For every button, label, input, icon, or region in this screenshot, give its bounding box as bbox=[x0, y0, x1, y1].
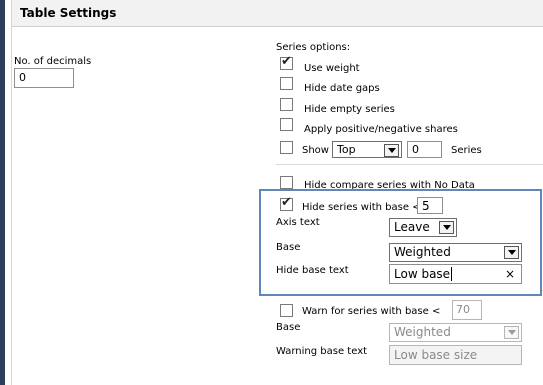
hide-base-text-input[interactable]: Low base × bbox=[389, 264, 522, 284]
apply-shares-checkbox[interactable] bbox=[280, 118, 293, 131]
chevron-down-icon bbox=[439, 221, 454, 234]
series-options-title: Series options: bbox=[276, 42, 351, 53]
panel-title: Table Settings bbox=[20, 6, 117, 20]
show-checkbox[interactable] bbox=[280, 141, 293, 154]
clear-icon[interactable]: × bbox=[505, 267, 515, 281]
show-count-input[interactable]: 0 bbox=[407, 141, 442, 158]
hide-empty-series-checkbox[interactable] bbox=[280, 98, 293, 111]
axis-text-label: Axis text bbox=[276, 217, 320, 228]
warn-base-label: Base bbox=[276, 322, 301, 333]
chevron-down-icon bbox=[504, 326, 519, 339]
axis-text-select[interactable]: Leave bbox=[389, 218, 457, 237]
warn-base-value: Weighted bbox=[394, 325, 451, 339]
hide-base-text-label: Hide base text bbox=[276, 265, 349, 276]
base-select[interactable]: Weighted bbox=[389, 243, 522, 262]
chevron-down-icon bbox=[384, 144, 399, 157]
warning-base-text-label: Warning base text bbox=[276, 346, 368, 357]
warn-checkbox[interactable] bbox=[280, 304, 293, 317]
base-label: Base bbox=[276, 242, 301, 253]
hide-base-checkbox[interactable] bbox=[280, 195, 293, 211]
hide-base-label: Hide series with base < bbox=[302, 202, 421, 213]
show-top-select-value: Top bbox=[337, 143, 356, 156]
hide-date-gaps-label: Hide date gaps bbox=[304, 83, 380, 94]
hide-base-text-value: Low base bbox=[394, 267, 451, 281]
warning-base-text-input[interactable]: Low base size bbox=[389, 345, 522, 365]
hide-compare-checkbox[interactable] bbox=[280, 176, 293, 189]
hide-base-input[interactable]: 5 bbox=[417, 197, 443, 214]
hide-empty-series-label: Hide empty series bbox=[304, 104, 395, 115]
decimals-label: No. of decimals bbox=[14, 56, 92, 67]
series-label: Series bbox=[451, 145, 482, 156]
warn-base-select[interactable]: Weighted bbox=[389, 323, 522, 342]
panel-header: Table Settings bbox=[12, 0, 543, 27]
separator-line bbox=[276, 164, 543, 165]
show-top-select[interactable]: Top bbox=[332, 141, 402, 158]
table-settings-panel: Table Settings No. of decimals 0 Series … bbox=[11, 0, 543, 385]
axis-text-value: Leave bbox=[394, 220, 430, 234]
base-value: Weighted bbox=[394, 245, 451, 259]
hide-date-gaps-checkbox[interactable] bbox=[280, 77, 293, 90]
left-sidebar-strip bbox=[0, 0, 5, 385]
show-label: Show bbox=[302, 145, 329, 156]
chevron-down-icon bbox=[504, 246, 519, 259]
use-weight-label: Use weight bbox=[304, 63, 360, 74]
apply-shares-label: Apply positive/negative shares bbox=[304, 124, 458, 135]
warn-base-input[interactable]: 70 bbox=[452, 300, 482, 320]
use-weight-checkbox[interactable] bbox=[280, 54, 293, 70]
decimals-input[interactable]: 0 bbox=[14, 68, 74, 88]
warn-label: Warn for series with base < bbox=[302, 306, 441, 317]
